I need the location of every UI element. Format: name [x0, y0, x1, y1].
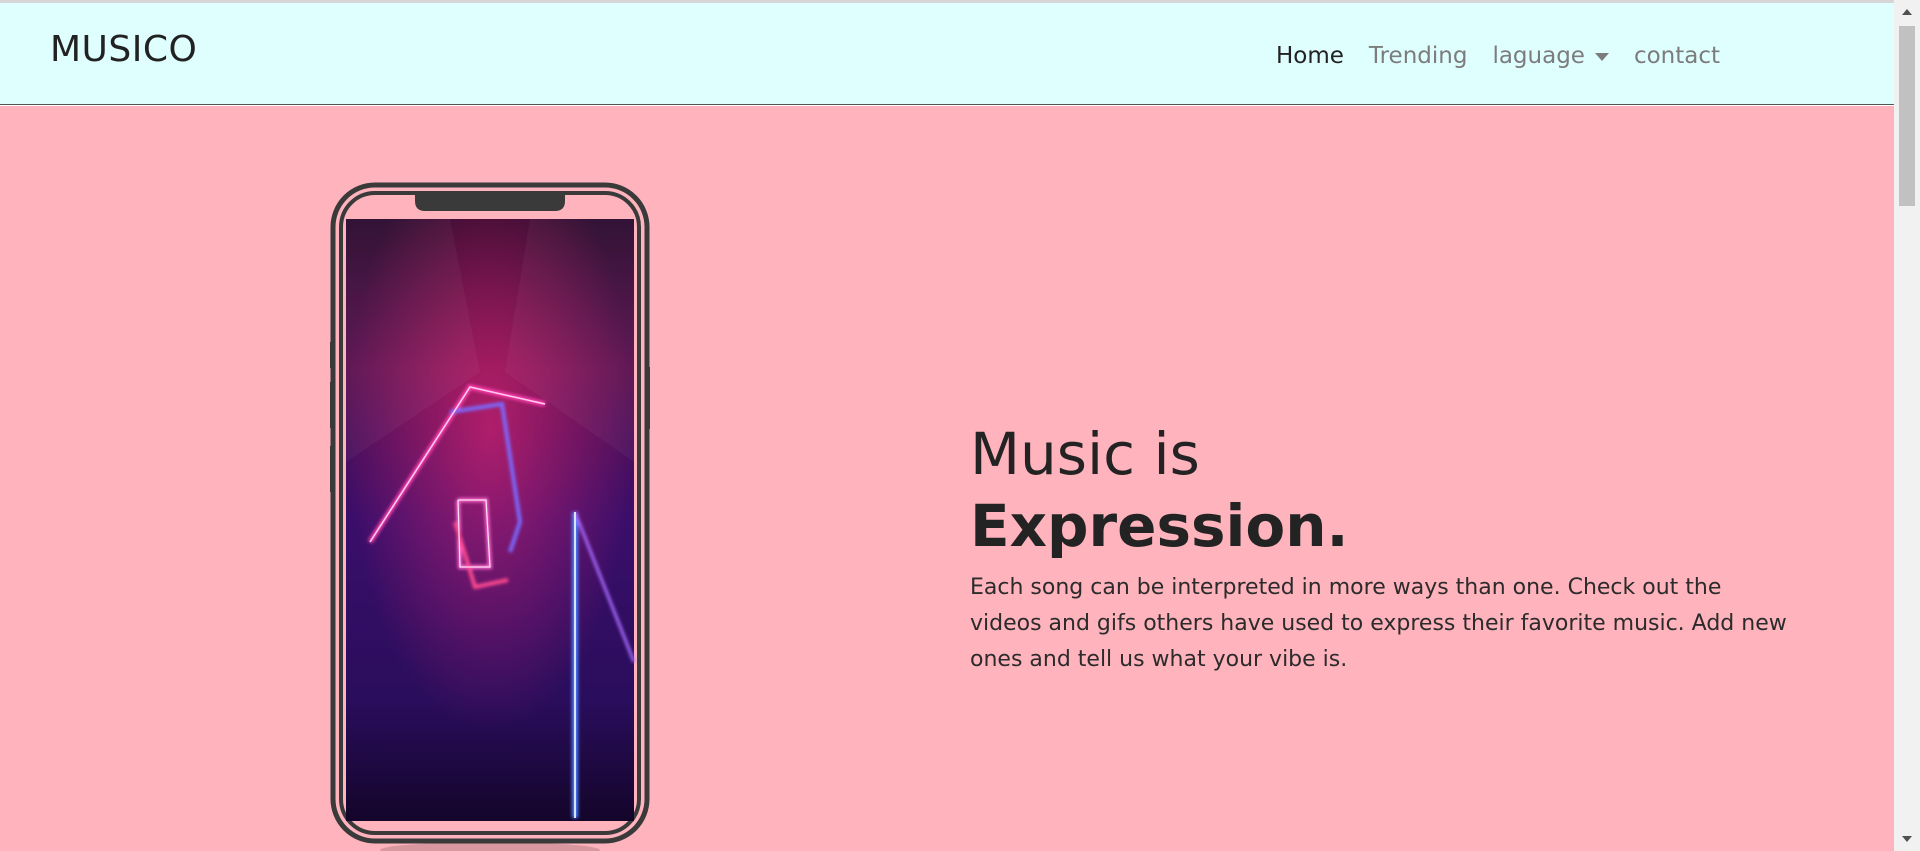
dropdown-caret-icon — [1594, 52, 1609, 61]
hero-title-line2: Expression. — [970, 492, 1349, 560]
hero-title-line1: Music is — [970, 420, 1200, 488]
brand-logo[interactable]: MUSICO — [50, 29, 197, 70]
scrollbar-thumb[interactable] — [1899, 26, 1915, 206]
hero-section: Music is Expression. Each song can be in… — [0, 106, 1894, 851]
hero-description: Each song can be interpreted in more way… — [970, 575, 1787, 672]
nav-trending-link[interactable]: Trending — [1369, 43, 1468, 69]
navbar: MUSICO Home Trending laguage contact — [0, 3, 1894, 105]
nav-language-dropdown[interactable]: laguage — [1492, 43, 1609, 69]
phone-mockup-image — [330, 182, 650, 851]
scroll-up-arrow[interactable] — [1902, 9, 1912, 15]
scroll-down-arrow[interactable] — [1902, 836, 1912, 842]
page-scrollbar[interactable] — [1894, 0, 1920, 851]
hero-title: Music is Expression. — [970, 418, 1349, 562]
nav-contact-link[interactable]: contact — [1634, 43, 1720, 69]
nav-language-label: laguage — [1492, 43, 1585, 69]
nav-home-link[interactable]: Home — [1276, 43, 1344, 69]
nav-links: Home Trending laguage contact — [1276, 43, 1745, 69]
